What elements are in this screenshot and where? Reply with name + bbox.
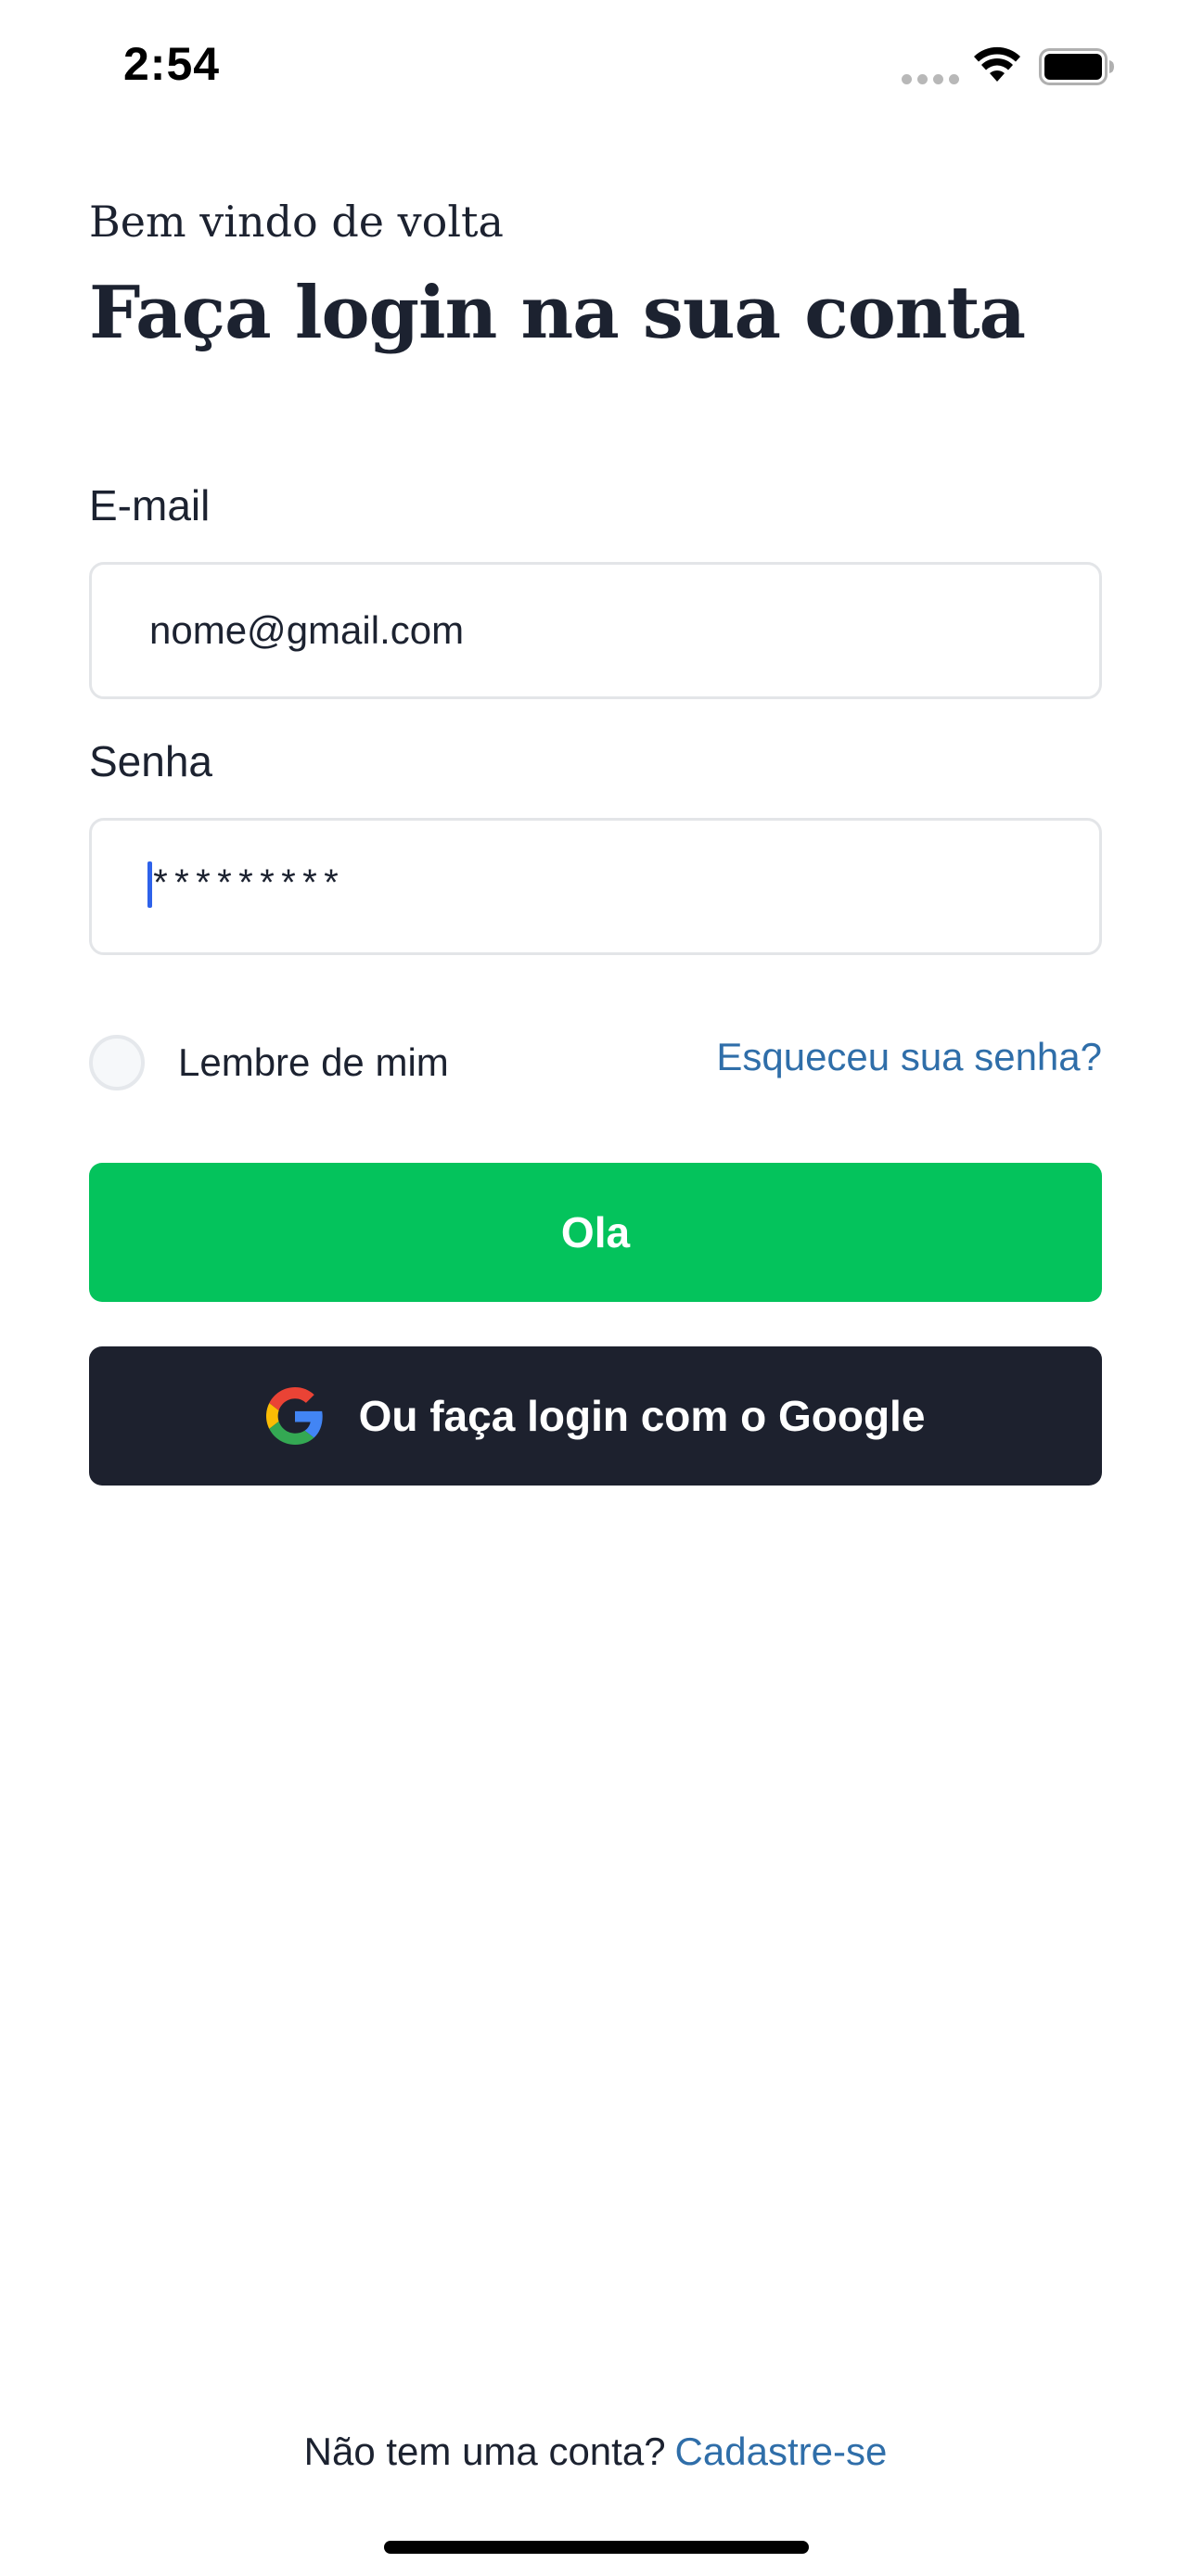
email-field[interactable]: nome@gmail.com [89, 562, 1102, 699]
email-label: E-mail [89, 481, 211, 529]
login-button-label: Ola [560, 1208, 631, 1256]
remember-me-checkbox[interactable] [89, 1035, 145, 1090]
signup-prompt: Não tem uma conta? Cadastre-se [0, 2429, 1191, 2474]
google-login-label: Ou faça login com o Google [358, 1392, 926, 1440]
status-time: 2:54 [123, 38, 221, 90]
signup-link[interactable]: Cadastre-se [675, 2429, 888, 2473]
login-button[interactable]: Ola [89, 1163, 1102, 1302]
remember-me-label[interactable]: Lembre de mim [178, 1040, 449, 1085]
home-indicator[interactable] [384, 2541, 809, 2554]
password-label: Senha [89, 737, 213, 785]
battery-icon [1039, 48, 1114, 85]
signup-prompt-text: Não tem uma conta? [303, 2429, 666, 2473]
page-title: Faça login na sua conta [89, 271, 1026, 355]
welcome-subtitle: Bem vindo de volta [89, 197, 504, 247]
google-logo-icon [265, 1387, 323, 1445]
wifi-icon [974, 46, 1020, 82]
remember-row: Lembre de mim Esqueceu sua senha? [89, 1035, 1102, 1092]
google-login-button[interactable]: Ou faça login com o Google [89, 1346, 1102, 1486]
status-bar: 2:54 [0, 0, 1191, 139]
forgot-password-link[interactable]: Esqueceu sua senha? [716, 1035, 1102, 1079]
cellular-signal-icon [902, 74, 959, 84]
password-value: ********* [149, 866, 342, 909]
email-value: nome@gmail.com [149, 608, 465, 652]
password-field[interactable]: ********* [89, 818, 1102, 955]
